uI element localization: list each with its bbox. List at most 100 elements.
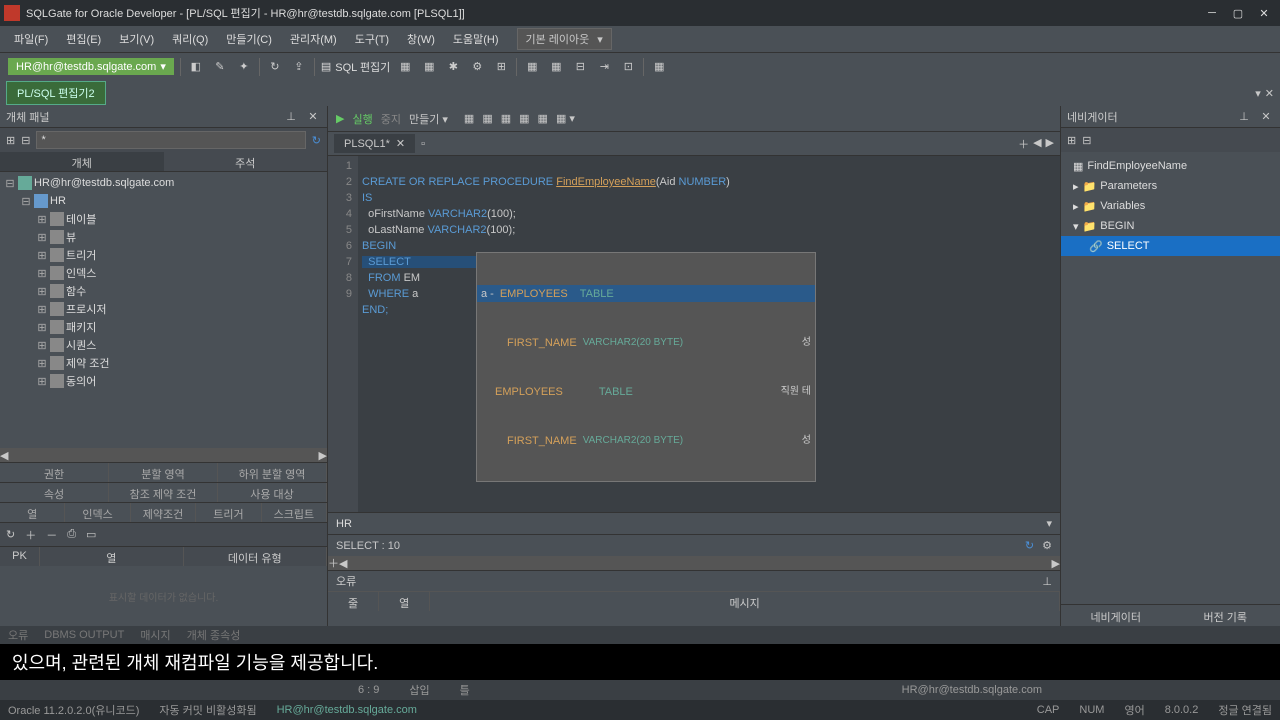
close-icon[interactable]: ✕	[305, 109, 321, 125]
toolbar-icon-11[interactable]: ⊡	[619, 58, 637, 76]
editor-scrollbar[interactable]: ＋◀▶	[328, 556, 1060, 570]
tree-root[interactable]: ⊟HR@hr@testdb.sqlgate.com	[0, 174, 327, 192]
refresh-icon[interactable]: ↻	[1025, 539, 1034, 552]
toolbar-icon-6[interactable]: ⊞	[492, 58, 510, 76]
make-dropdown[interactable]: 만들기 ▾	[409, 111, 448, 127]
menu-tool[interactable]: 도구(T)	[347, 27, 397, 51]
tree-item[interactable]: ⊞시퀀스	[0, 336, 327, 354]
nav-tab-version[interactable]: 버전 기록	[1171, 605, 1280, 626]
error-tab[interactable]: 매시지	[140, 627, 170, 643]
nav-left-icon[interactable]: ◀	[1033, 136, 1041, 152]
tree-item[interactable]: ⊞동의어	[0, 372, 327, 390]
bottom-tab[interactable]: 트리거	[196, 503, 261, 522]
close-button[interactable]: ✕	[1252, 3, 1276, 23]
close-icon[interactable]: ✕	[1258, 109, 1274, 125]
tab-menu-icon[interactable]: ▾	[1255, 87, 1261, 100]
nav-tab-navigator[interactable]: 네비게이터	[1061, 605, 1171, 626]
tree-item[interactable]: ⊞프로시저	[0, 300, 327, 318]
toolbar-icon-10[interactable]: ⇥	[595, 58, 613, 76]
menu-edit[interactable]: 편집(E)	[58, 27, 109, 51]
gear-icon[interactable]: ⚙	[1042, 539, 1052, 552]
minimize-button[interactable]: ─	[1200, 3, 1224, 23]
refresh-icon[interactable]: ↻	[6, 528, 15, 541]
menu-window[interactable]: 창(W)	[399, 27, 443, 51]
print-icon[interactable]: ⎙	[67, 528, 76, 541]
refresh-icon[interactable]: ↻	[312, 134, 321, 147]
nav-item[interactable]: ▸📁Variables	[1061, 196, 1280, 216]
toolbar-icon-1[interactable]: ◧	[187, 58, 205, 76]
error-tab[interactable]: DBMS OUTPUT	[44, 629, 124, 641]
bottom-tab[interactable]: 권한	[0, 463, 109, 482]
new-tab-icon[interactable]: ▫	[421, 138, 425, 150]
layout-dropdown[interactable]: 기본 레이아웃 ▾	[517, 28, 612, 50]
export-icon[interactable]: ⇪	[290, 58, 308, 76]
comment-icon[interactable]: ▭	[86, 528, 96, 541]
filter-input[interactable]	[36, 131, 305, 149]
bottom-tab[interactable]: 하위 분할 영역	[218, 463, 327, 482]
menu-admin[interactable]: 관리자(M)	[282, 27, 345, 51]
toolbar-icon-8[interactable]: ▦	[547, 58, 565, 76]
file-tab[interactable]: PL/SQL 편집기2	[6, 81, 106, 105]
tab-object[interactable]: 개체	[0, 152, 164, 171]
bottom-tab[interactable]: 속성	[0, 483, 109, 502]
toolbar-icon-5[interactable]: ⚙	[468, 58, 486, 76]
expand-icon[interactable]: ⊞	[1067, 134, 1076, 147]
run-button[interactable]: 실행	[352, 111, 372, 127]
bottom-tab[interactable]: 스크립트	[262, 503, 327, 522]
nav-item[interactable]: ▦FindEmployeeName	[1061, 156, 1280, 176]
editor-icon-1[interactable]: ▦	[464, 112, 474, 125]
tree-user[interactable]: ⊟HR	[0, 192, 327, 210]
toolbar-icon-12[interactable]: ▦	[650, 58, 668, 76]
menu-make[interactable]: 만들기(C)	[218, 27, 280, 51]
autocomplete-item[interactable]: a - EMPLOYEESTABLE	[477, 285, 815, 302]
bottom-tab[interactable]: 분할 영역	[109, 463, 218, 482]
collapse-all-icon[interactable]: ⊟	[21, 134, 30, 147]
maximize-button[interactable]: ▢	[1226, 3, 1250, 23]
tree-scrollbar[interactable]: ◀▶	[0, 448, 327, 462]
magic-icon[interactable]: ✦	[235, 58, 253, 76]
menu-view[interactable]: 보기(V)	[111, 27, 162, 51]
autocomplete-item[interactable]: FIRST_NAME VARCHAR2(20 BYTE)성	[477, 334, 815, 351]
pin-icon[interactable]: ⊥	[283, 109, 299, 125]
tree-item[interactable]: ⊞인덱스	[0, 264, 327, 282]
tree-item[interactable]: ⊞테이블	[0, 210, 327, 228]
pin-icon[interactable]: ⊥	[1042, 575, 1052, 588]
toolbar-icon-4[interactable]: ✱	[444, 58, 462, 76]
tree-item[interactable]: ⊞트리거	[0, 246, 327, 264]
stop-button[interactable]: 중지	[381, 111, 401, 127]
add-icon[interactable]: ＋	[25, 527, 36, 543]
toolbar-icon-9[interactable]: ⊟	[571, 58, 589, 76]
collapse-icon[interactable]: ⊟	[1082, 134, 1091, 147]
editor-icon-4[interactable]: ▦	[519, 112, 529, 125]
tab-comment[interactable]: 주석	[164, 152, 328, 171]
code-editor[interactable]: 123456789 CREATE OR REPLACE PROCEDURE Fi…	[328, 156, 1060, 512]
connection-dropdown[interactable]: HR@hr@testdb.sqlgate.com ▾	[8, 58, 174, 75]
tab-close-icon[interactable]: ✕	[1265, 87, 1274, 100]
nav-item[interactable]: ▾📁BEGIN	[1061, 216, 1280, 236]
nav-add-icon[interactable]: ＋	[1018, 136, 1029, 152]
schema-dropdown[interactable]: HR	[336, 518, 1046, 530]
pin-icon[interactable]: ⊥	[1236, 109, 1252, 125]
menu-file[interactable]: 파일(F)	[6, 27, 56, 51]
tree-item[interactable]: ⊞패키지	[0, 318, 327, 336]
error-tab[interactable]: 오류	[8, 627, 28, 643]
toolbar-icon-2[interactable]: ▦	[396, 58, 414, 76]
play-icon[interactable]: ▶	[336, 112, 344, 125]
expand-all-icon[interactable]: ⊞	[6, 134, 15, 147]
nav-right-icon[interactable]: ▶	[1046, 136, 1054, 152]
menu-help[interactable]: 도움말(H)	[445, 27, 507, 51]
editor-icon-3[interactable]: ▦	[501, 112, 511, 125]
refresh-icon[interactable]: ↻	[266, 58, 284, 76]
editor-icon-2[interactable]: ▦	[482, 112, 492, 125]
bottom-tab[interactable]: 제약조건	[131, 503, 196, 522]
autocomplete-popup[interactable]: a - EMPLOYEESTABLE FIRST_NAME VARCHAR2(2…	[476, 252, 816, 482]
tree-item[interactable]: ⊞제약 조건	[0, 354, 327, 372]
autocomplete-item[interactable]: EMPLOYEESTABLE직원 테	[477, 383, 815, 400]
toolbar-icon-7[interactable]: ▦	[523, 58, 541, 76]
tree-item[interactable]: ⊞함수	[0, 282, 327, 300]
editor-icon-6[interactable]: ▦ ▾	[556, 112, 575, 125]
remove-icon[interactable]: －	[46, 527, 57, 543]
editor-tab[interactable]: PLSQL1* ✕	[334, 134, 415, 153]
editor-icon-5[interactable]: ▦	[538, 112, 548, 125]
close-icon[interactable]: ✕	[396, 137, 405, 150]
